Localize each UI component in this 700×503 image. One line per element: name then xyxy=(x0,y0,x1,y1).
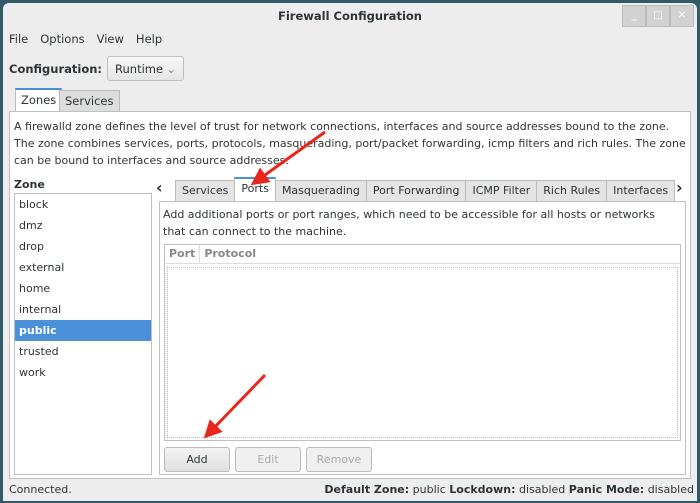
annotation-arrows xyxy=(203,130,326,439)
arrow-to-ports-tab xyxy=(250,130,326,186)
arrow-to-add-button xyxy=(203,373,267,439)
